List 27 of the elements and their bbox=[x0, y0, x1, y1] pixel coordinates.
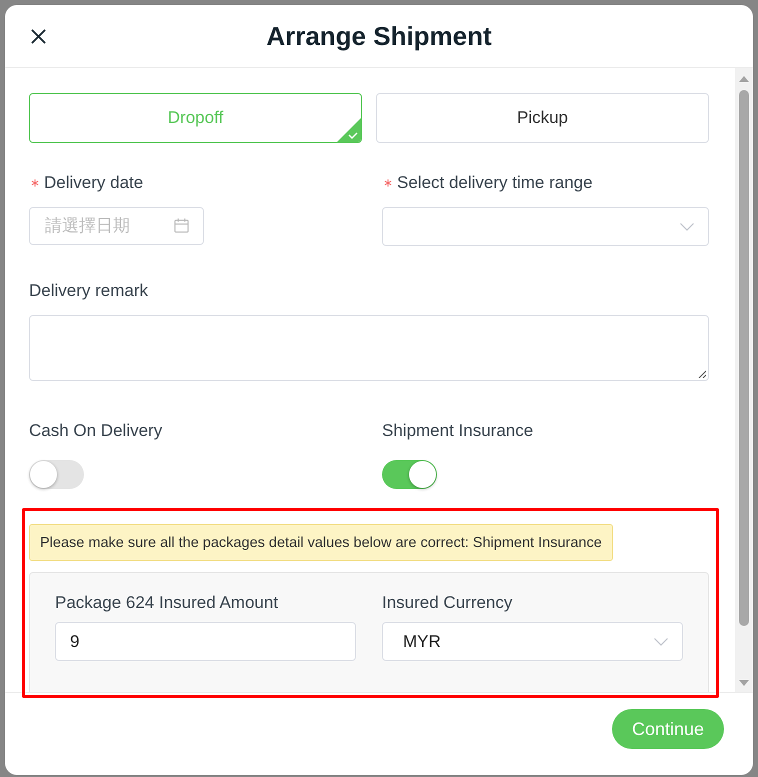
scroll-down-icon[interactable] bbox=[739, 680, 749, 686]
field-label: Package 624 Insured Amount bbox=[55, 592, 278, 614]
delivery-method-tab[interactable]: Pickup bbox=[376, 93, 709, 143]
toggle-switch[interactable] bbox=[29, 460, 84, 489]
remark-field[interactable] bbox=[29, 315, 709, 381]
scroll-up-icon[interactable] bbox=[739, 76, 749, 82]
currency-select[interactable]: MYR bbox=[382, 622, 683, 661]
field-label: Insured Currency bbox=[382, 592, 512, 614]
check-corner-icon bbox=[337, 118, 361, 142]
scrollbar-thumb[interactable] bbox=[739, 90, 749, 626]
field-label: Delivery remark bbox=[29, 280, 148, 302]
calendar-icon bbox=[174, 218, 189, 233]
close-icon[interactable] bbox=[31, 28, 46, 44]
warning-notice: Please make sure all the packages detail values below are correct: Shipment Insurance bbox=[29, 524, 613, 561]
scrollbar[interactable] bbox=[735, 68, 753, 692]
dialog-title: Arrange Shipment bbox=[266, 20, 492, 52]
toggle-label: Shipment Insurance bbox=[382, 420, 534, 442]
toggle-label: Cash On Delivery bbox=[29, 420, 162, 442]
toggle-switch[interactable] bbox=[382, 460, 437, 489]
date-field[interactable]: 請選擇日期 bbox=[29, 207, 204, 245]
field-label: Select delivery time range bbox=[397, 172, 593, 194]
field-label: Delivery date bbox=[44, 172, 144, 194]
time-range-select[interactable] bbox=[382, 207, 709, 246]
resize-handle-icon[interactable] bbox=[698, 370, 706, 378]
amount-field[interactable]: 9 bbox=[55, 622, 356, 661]
chevron-down-icon bbox=[680, 222, 694, 230]
chevron-down-icon bbox=[654, 638, 668, 646]
